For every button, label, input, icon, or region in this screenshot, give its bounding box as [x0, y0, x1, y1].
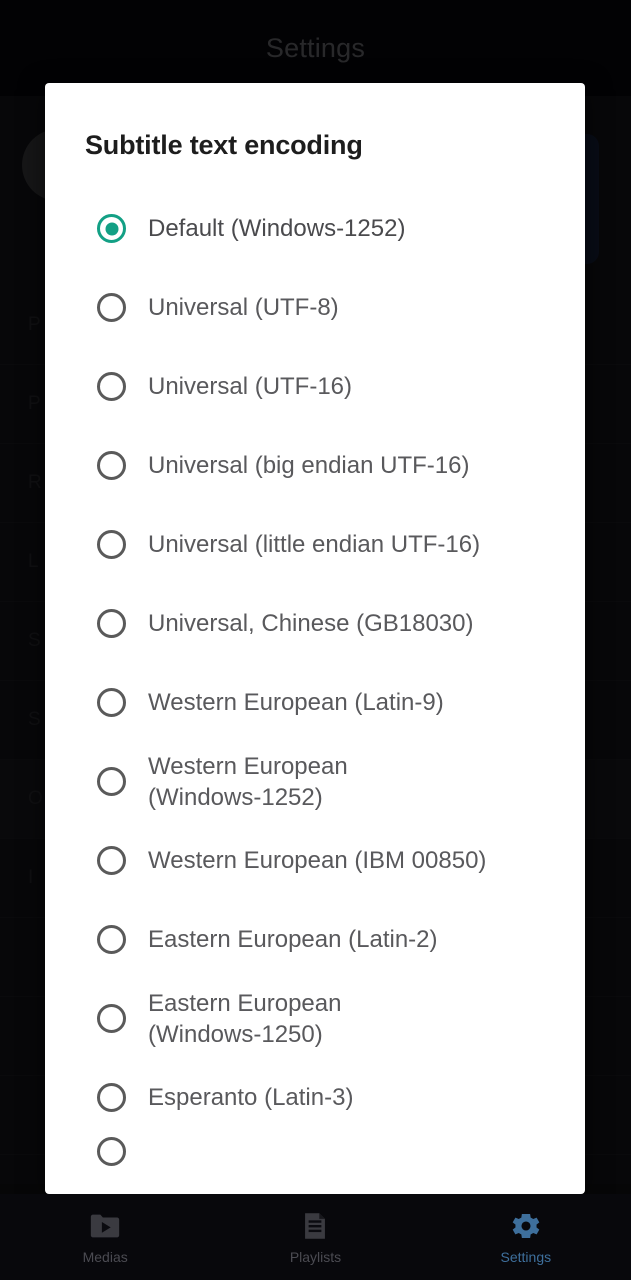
encoding-option-row[interactable]: Eastern European (Latin-2) [45, 900, 585, 979]
encoding-option-label: Universal (little endian UTF-16) [148, 531, 481, 558]
encoding-option-label: Western European (IBM 00850) [148, 847, 487, 874]
radio-unselected-icon[interactable] [97, 1004, 126, 1033]
nav-label-settings: Settings [500, 1249, 552, 1265]
encoding-option-row[interactable]: Western European (Windows-1252) [45, 742, 585, 821]
gear-icon [509, 1209, 543, 1243]
encoding-option-label: Universal (UTF-8) [148, 294, 339, 321]
radio-unselected-icon[interactable] [97, 767, 126, 796]
document-lines-icon [298, 1209, 332, 1243]
encoding-option-row[interactable]: Western European (Latin-9) [45, 663, 585, 742]
encoding-option-row[interactable]: Default (Windows-1252) [45, 189, 585, 268]
encoding-option-label: Western European (Windows-1252) [148, 752, 348, 811]
encoding-option-row[interactable]: Universal (UTF-16) [45, 347, 585, 426]
dialog-title: Subtitle text encoding [85, 130, 363, 160]
encoding-option-row[interactable] [45, 1137, 585, 1177]
phone-screen: Settings P P R L S S O I Subtitle text e… [0, 0, 631, 1280]
encoding-option-row[interactable]: Universal, Chinese (GB18030) [45, 584, 585, 663]
radio-unselected-icon[interactable] [97, 293, 126, 322]
radio-unselected-icon[interactable] [97, 1083, 126, 1112]
encoding-option-list: Default (Windows-1252) Universal (UTF-8) U… [45, 189, 585, 1177]
radio-unselected-icon[interactable] [97, 609, 126, 638]
encoding-option-label: Universal, Chinese (GB18030) [148, 610, 474, 637]
nav-item-medias[interactable]: Medias [0, 1194, 210, 1280]
nav-item-playlists[interactable]: Playlists [210, 1194, 420, 1280]
encoding-option-label: Eastern European (Windows-1250) [148, 989, 342, 1048]
encoding-option-row[interactable]: Eastern European (Windows-1250) [45, 979, 585, 1058]
encoding-option-row[interactable]: Western European (IBM 00850) [45, 821, 585, 900]
nav-label-medias: Medias [82, 1249, 128, 1265]
radio-unselected-icon[interactable] [97, 451, 126, 480]
radio-unselected-icon[interactable] [97, 372, 126, 401]
radio-unselected-icon[interactable] [97, 925, 126, 954]
encoding-option-label: Universal (UTF-16) [148, 373, 353, 400]
encoding-option-row[interactable]: Universal (UTF-8) [45, 268, 585, 347]
subtitle-encoding-dialog: Subtitle text encoding Default (Windows-… [45, 83, 585, 1194]
radio-selected-icon[interactable] [97, 214, 126, 243]
encoding-option-row[interactable]: Esperanto (Latin-3) [45, 1058, 585, 1137]
bottom-navigation-bar: Medias Playlists Settings [0, 1194, 631, 1280]
encoding-option-label: Universal (big endian UTF-16) [148, 452, 470, 479]
radio-unselected-icon[interactable] [97, 1137, 126, 1166]
radio-unselected-icon[interactable] [97, 846, 126, 875]
radio-unselected-icon[interactable] [97, 530, 126, 559]
encoding-option-label: Western European (Latin-9) [148, 689, 444, 716]
encoding-option-row[interactable]: Universal (big endian UTF-16) [45, 426, 585, 505]
encoding-option-row[interactable]: Universal (little endian UTF-16) [45, 505, 585, 584]
nav-item-settings[interactable]: Settings [421, 1194, 631, 1280]
folder-play-icon [88, 1209, 122, 1243]
encoding-option-label: Esperanto (Latin-3) [148, 1084, 354, 1111]
nav-label-playlists: Playlists [289, 1249, 342, 1265]
encoding-option-label: Default (Windows-1252) [148, 215, 406, 242]
encoding-option-label: Eastern European (Latin-2) [148, 926, 438, 953]
radio-unselected-icon[interactable] [97, 688, 126, 717]
